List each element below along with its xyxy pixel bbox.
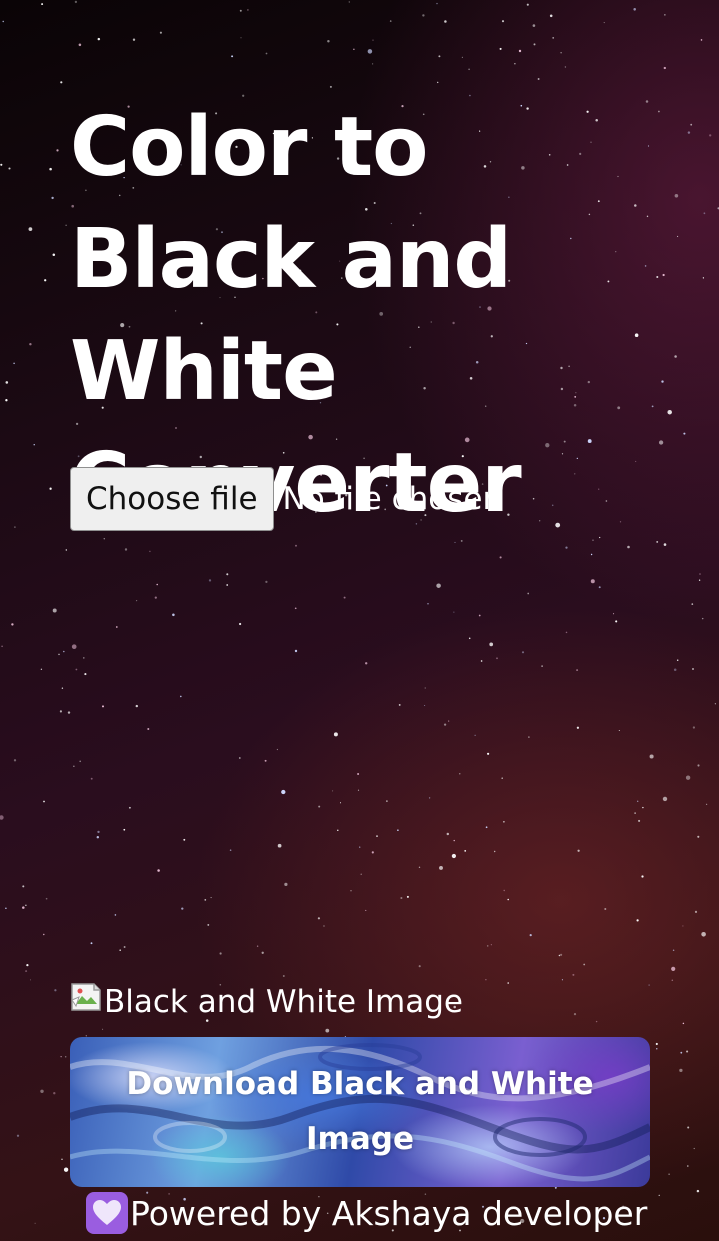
download-button[interactable]: Download Black and White Image xyxy=(70,1037,650,1187)
file-input[interactable]: Choose file No file chosen xyxy=(70,466,502,532)
purple-heart-icon xyxy=(86,1192,128,1234)
footer-text: Powered by Akshaya developer xyxy=(130,1193,648,1233)
result-image-alt-text: Black and White Image xyxy=(104,984,463,1020)
choose-file-button[interactable]: Choose file xyxy=(70,467,274,531)
file-status-text: No file chosen xyxy=(282,481,503,517)
footer-credit: Powered by Akshaya developer xyxy=(86,1192,647,1234)
result-image: Black and White Image xyxy=(70,983,463,1020)
broken-image-icon xyxy=(71,983,101,1011)
download-button-label: Download Black and White Image xyxy=(126,1066,594,1157)
